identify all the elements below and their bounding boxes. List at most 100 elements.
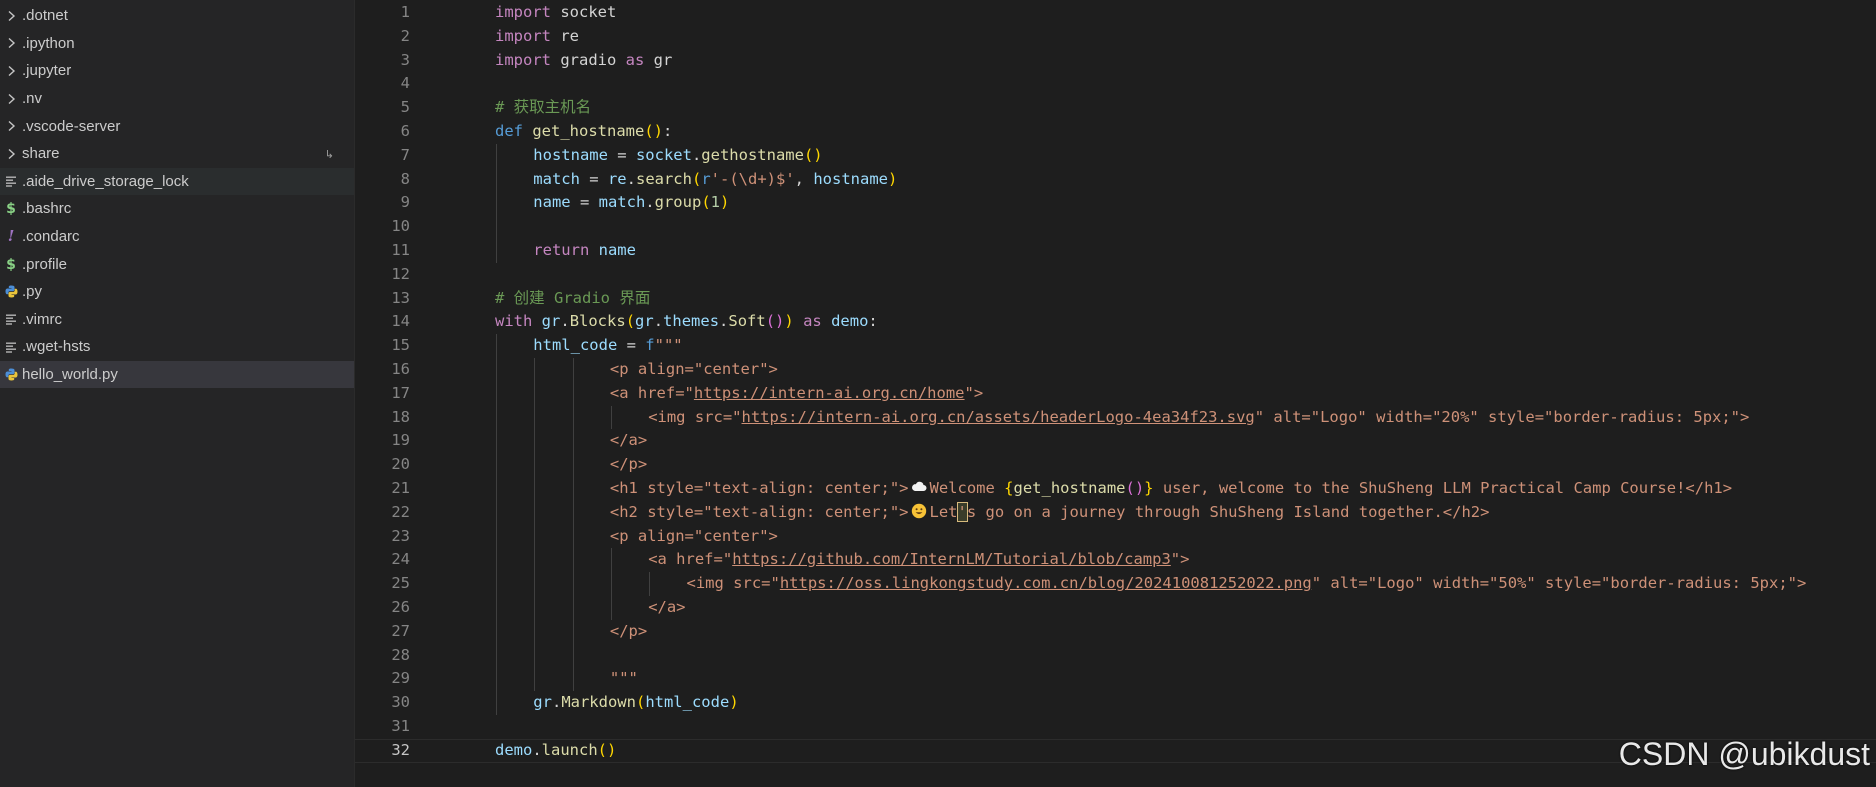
tree-file-profile[interactable]: $ .profile (0, 250, 354, 278)
code-text: <img src="https://oss.lingkongstudy.com.… (495, 572, 1806, 596)
indent-guide (534, 548, 536, 573)
code-token: <img src=" (648, 407, 742, 426)
code-line: 4 (355, 72, 1876, 96)
code-text: <a href="https://github.com/InternLM/Tut… (495, 548, 1189, 573)
code-token: import (495, 50, 561, 69)
code-token: https://intern-ai.org.cn/assets/headerLo… (741, 407, 1255, 426)
indent-guide (610, 405, 612, 430)
line-number: 14 (391, 312, 410, 331)
code-token: = (617, 336, 646, 355)
code-token: re (560, 26, 579, 45)
indent-guide (534, 405, 536, 430)
code-text: </p> (495, 619, 647, 644)
code-token: ) (720, 193, 730, 212)
tree-item-label: .wget-hsts (22, 338, 91, 356)
code-text: name = match.group(1) (495, 191, 730, 216)
tree-folder-share[interactable]: share ↳ (0, 140, 354, 168)
code-line: 5 # 获取主机名 (355, 96, 1876, 120)
code-line: 12 (355, 263, 1876, 287)
tree-folder-nv[interactable]: .nv (0, 85, 354, 113)
indent-guide (572, 619, 574, 644)
tree-folder-ipython[interactable]: .ipython (0, 30, 354, 58)
tree-folder-vscode-server[interactable]: .vscode-server (0, 112, 354, 140)
code-token: """ (609, 669, 638, 688)
code-token: html_code (533, 336, 618, 355)
indent-guide (534, 453, 536, 477)
code-line: 2 import re (355, 25, 1876, 49)
code-text: </a> (495, 429, 648, 454)
tree-item-label: .jupyter (22, 62, 72, 80)
indent-guide (572, 524, 574, 549)
code-token: () (765, 312, 785, 331)
line-number: 12 (391, 264, 410, 283)
code-token: get_hostname (1013, 478, 1126, 497)
line-number: 28 (391, 645, 410, 664)
symlink-arrow-icon: ↳ (324, 148, 334, 161)
code-token: socket (635, 145, 692, 164)
code-token: <p align="center"> (609, 359, 778, 378)
indent-guide (534, 476, 536, 501)
indent-guide (496, 429, 497, 454)
indent-guide (572, 500, 574, 525)
tree-file-aide-drive-storage-lock[interactable]: .aide_drive_storage_lock (0, 167, 354, 196)
tree-file-wget-hsts[interactable]: .wget-hsts (0, 333, 354, 361)
tree-folder-dotnet[interactable]: .dotnet (0, 2, 354, 30)
indent-guide (496, 405, 497, 430)
code-token: () (597, 740, 617, 759)
lines-file-icon (3, 313, 19, 326)
code-token: gr (635, 312, 654, 331)
tree-file-hello-world-py[interactable]: hello_world.py (0, 360, 354, 389)
tree-file-vimrc[interactable]: .vimrc (0, 306, 354, 334)
code-line: 23 <p align="center"> (355, 524, 1876, 549)
code-line: 6 def get_hostname(): (355, 120, 1876, 144)
tree-file-bashrc[interactable]: $ .bashrc (0, 195, 354, 223)
indent-guide (610, 595, 612, 620)
indent-guide (496, 215, 497, 239)
code-line: 20 </p> (355, 453, 1876, 477)
code-token: s go on a journey through ShuSheng Islan… (966, 502, 1490, 521)
code-token: <h1 style="text-align: center;"> (609, 478, 909, 497)
chevron-right-icon (3, 93, 19, 105)
code-token: . (560, 312, 570, 331)
line-number: 17 (391, 383, 410, 402)
code-token: </a> (609, 431, 648, 450)
exclamation-icon: ! (7, 227, 15, 246)
code-text: hostname = socket.gethostname() (495, 143, 823, 168)
tree-file-condarc[interactable]: ! .condarc (0, 223, 354, 251)
code-token: gr (533, 693, 552, 712)
code-line: 10 (355, 215, 1876, 239)
code-token: " alt="Logo" width="20%" style="border-r… (1254, 407, 1750, 426)
editor-lines: 1 import socket 2 import re 3 import gradio a… (355, 0, 1876, 763)
code-token: def (495, 121, 523, 140)
code-line: 11 return name (355, 238, 1876, 263)
indent-guide (572, 476, 574, 501)
code-text: match = re.search(r'-(\d+)$', hostname) (495, 167, 897, 192)
code-token: ) (729, 693, 739, 712)
indent-guide (572, 595, 574, 620)
line-number: 31 (391, 716, 410, 735)
code-line: 1 import socket (355, 1, 1876, 25)
line-number: 16 (391, 359, 410, 378)
code-token: https://oss.lingkongstudy.com.cn/blog/20… (779, 574, 1312, 593)
code-text: </a> (495, 595, 686, 620)
code-token: ' (956, 501, 968, 522)
tree-item-label: hello_world.py (22, 366, 118, 384)
tree-file-py[interactable]: .py (0, 278, 354, 306)
line-number: 5 (400, 98, 410, 117)
code-editor[interactable]: 1 import socket 2 import re 3 import gradio a… (355, 0, 1876, 787)
line-number: 15 (391, 336, 410, 355)
tree-item-label: .vimrc (22, 310, 62, 328)
code-token: hostname (533, 145, 608, 164)
dollar-icon: $ (6, 201, 16, 218)
vscode-window: .dotnet .ipython .jupyter .nv .vscode-server… (0, 0, 1876, 787)
line-number: 3 (400, 50, 410, 69)
line-number: 25 (391, 574, 410, 593)
tree-folder-jupyter[interactable]: .jupyter (0, 57, 354, 85)
code-token: , (794, 169, 814, 188)
code-line: 25 <img src="https://oss.lingkongstudy.co… (355, 572, 1876, 596)
code-line: 15 html_code = f""" (355, 334, 1876, 358)
line-number: 21 (391, 478, 410, 497)
code-token: . (645, 193, 655, 212)
